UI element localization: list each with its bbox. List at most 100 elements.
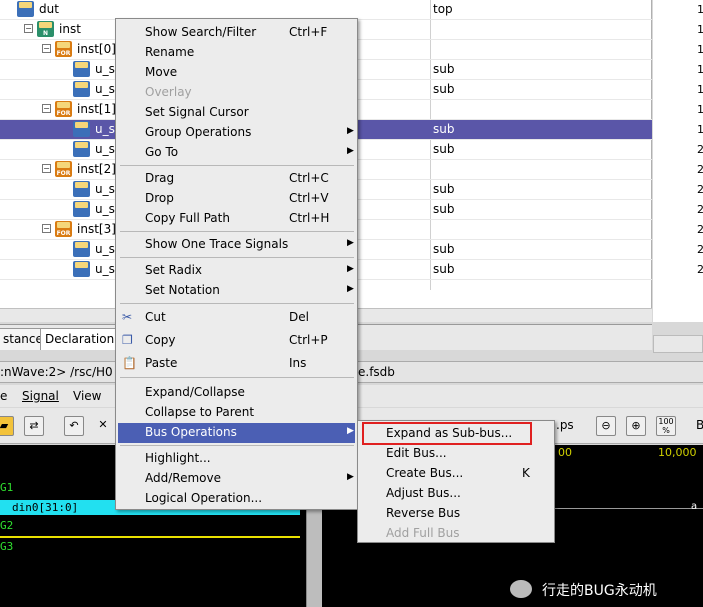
scissors-icon: ✂ bbox=[122, 310, 133, 324]
collapse-toggle-icon[interactable]: − bbox=[42, 164, 51, 173]
submenu-item-label: Edit Bus... bbox=[386, 446, 447, 460]
toolbar-overflow-label: B bbox=[696, 418, 703, 432]
menu-item-label: Copy Full Path bbox=[145, 211, 230, 225]
menu-item-shortcut: Ctrl+F bbox=[289, 25, 328, 39]
menu-item-label: Drag bbox=[145, 171, 175, 185]
tree-item-value: sub bbox=[433, 142, 455, 156]
menu-item-logical-operation[interactable]: Logical Operation... bbox=[118, 489, 355, 509]
signal-name[interactable]: G1 bbox=[0, 481, 13, 494]
menu-item-group-operations[interactable]: Group Operations ▶ bbox=[118, 123, 355, 143]
submenu-item-create-bus[interactable]: Create Bus... K bbox=[360, 464, 552, 484]
module-icon bbox=[73, 181, 90, 197]
module-icon bbox=[73, 201, 90, 217]
menu-item-label: Paste bbox=[145, 356, 178, 370]
menu-item-label: Set Signal Cursor bbox=[145, 105, 249, 119]
tab-declaration[interactable]: Declaration bbox=[40, 328, 120, 350]
menu-item-label: Logical Operation... bbox=[145, 491, 263, 505]
cut-icon[interactable]: ✕ bbox=[93, 416, 113, 436]
menu-item-label: Drop bbox=[145, 191, 174, 205]
submenu-item-adjust-bus[interactable]: Adjust Bus... bbox=[360, 484, 552, 504]
module-icon bbox=[73, 121, 90, 137]
open-folder-icon[interactable]: ▰ bbox=[0, 416, 14, 436]
undo-icon[interactable]: ↶ bbox=[64, 416, 84, 436]
menu-item-shortcut: Ctrl+H bbox=[289, 211, 330, 225]
submenu-item-label: Reverse Bus bbox=[386, 506, 461, 520]
menu-item-highlight[interactable]: Highlight... bbox=[118, 449, 355, 469]
submenu-item-add-full-bus[interactable]: Add Full Bus bbox=[360, 524, 552, 544]
tree-item-value: sub bbox=[433, 62, 455, 76]
window-title-text: :nWave:2> /rsc/H0 bbox=[0, 365, 113, 379]
menu-item-move[interactable]: Move bbox=[118, 63, 355, 83]
zoom-out-icon[interactable]: ⊖ bbox=[596, 416, 616, 436]
menu-item-label: Overlay bbox=[145, 85, 192, 99]
menu-separator bbox=[120, 377, 354, 378]
menu-item-drop[interactable]: Drop Ctrl+V bbox=[118, 189, 355, 209]
signal-name[interactable]: G2 bbox=[0, 519, 13, 532]
collapse-toggle-icon[interactable]: − bbox=[42, 104, 51, 113]
menu-item-show-one-trace-signals[interactable]: Show One Trace Signals ▶ bbox=[118, 235, 355, 255]
zoom-100-button[interactable]: 100 % bbox=[656, 416, 676, 436]
menu-item-shortcut: Ctrl+C bbox=[289, 171, 329, 185]
tree-item-value: sub bbox=[433, 122, 455, 136]
menu-item-overlay[interactable]: Overlay bbox=[118, 83, 355, 103]
right-horizontal-scrollbar[interactable] bbox=[653, 335, 703, 353]
tree-item-value: sub bbox=[433, 262, 455, 276]
menu-item-copy[interactable]: ❐ Copy Ctrl+P bbox=[118, 331, 355, 351]
menu-file[interactable]: e bbox=[0, 389, 7, 403]
module-icon bbox=[73, 241, 90, 257]
menu-item-shortcut: Ins bbox=[289, 356, 307, 370]
submenu-item-reverse-bus[interactable]: Reverse Bus bbox=[360, 504, 552, 524]
menu-item-drag[interactable]: Drag Ctrl+C bbox=[118, 169, 355, 189]
menu-item-set-signal-cursor[interactable]: Set Signal Cursor bbox=[118, 103, 355, 123]
row-number: 1 bbox=[697, 3, 703, 16]
tree-item-name: inst bbox=[59, 22, 81, 36]
menu-item-rename[interactable]: Rename bbox=[118, 43, 355, 63]
copy-icon: ❐ bbox=[122, 333, 133, 347]
menu-item-show-search-filter[interactable]: Show Search/Filter Ctrl+F bbox=[118, 23, 355, 43]
menu-item-go-to[interactable]: Go To ▶ bbox=[118, 143, 355, 163]
menu-item-cut[interactable]: ✂ Cut Del bbox=[118, 308, 355, 328]
menu-item-label: Rename bbox=[145, 45, 195, 59]
tree-item-name: inst[0] bbox=[77, 42, 116, 56]
submenu-item-label: Create Bus... bbox=[386, 466, 464, 480]
menu-item-label: Set Notation bbox=[145, 283, 220, 297]
waveform-value-marker: a bbox=[691, 501, 698, 512]
menu-item-set-radix[interactable]: Set Radix ▶ bbox=[118, 261, 355, 281]
context-menu: Show Search/Filter Ctrl+F Rename Move Overla… bbox=[115, 18, 358, 510]
submenu-item-shortcut: K bbox=[522, 466, 530, 480]
collapse-toggle-icon[interactable]: − bbox=[42, 44, 51, 53]
menu-item-collapse-to-parent[interactable]: Collapse to Parent bbox=[118, 403, 355, 423]
menu-item-label: Show Search/Filter bbox=[145, 25, 257, 39]
menu-item-bus-operations[interactable]: Bus Operations ▶ bbox=[118, 423, 355, 443]
time-ruler: 00 10,000 bbox=[558, 445, 703, 461]
reload-icon[interactable]: ⇄ bbox=[24, 416, 44, 436]
signal-name[interactable]: G3 bbox=[0, 540, 13, 553]
tree-item-name: u_s bbox=[95, 242, 115, 256]
menu-item-label: Collapse to Parent bbox=[145, 405, 255, 419]
zoom-in-icon[interactable]: ⊕ bbox=[626, 416, 646, 436]
menu-signal[interactable]: Signal bbox=[22, 389, 59, 403]
collapse-toggle-icon[interactable]: − bbox=[42, 224, 51, 233]
collapse-toggle-icon[interactable]: − bbox=[24, 24, 33, 33]
menu-item-set-notation[interactable]: Set Notation ▶ bbox=[118, 281, 355, 301]
callout-highlight-box bbox=[362, 422, 532, 445]
tree-item-name: u_s bbox=[95, 82, 115, 96]
net-icon: N bbox=[37, 21, 54, 37]
menu-item-label: Highlight... bbox=[145, 451, 211, 465]
tree-item-name: dut bbox=[39, 2, 59, 16]
menu-item-expand-collapse[interactable]: Expand/Collapse bbox=[118, 383, 355, 403]
menu-separator bbox=[120, 257, 354, 258]
menu-view[interactable]: View bbox=[73, 389, 101, 403]
signal-name[interactable]: din0[31:0] bbox=[12, 501, 78, 514]
tree-row[interactable]: dut top bbox=[0, 0, 652, 20]
tree-item-name: u_s bbox=[95, 142, 115, 156]
menu-item-add-remove[interactable]: Add/Remove ▶ bbox=[118, 469, 355, 489]
menu-item-label: Show One Trace Signals bbox=[145, 237, 289, 251]
menu-item-paste[interactable]: 📋 Paste Ins bbox=[118, 354, 355, 374]
menu-item-copy-full-path[interactable]: Copy Full Path Ctrl+H bbox=[118, 209, 355, 229]
menu-item-label: Bus Operations bbox=[145, 425, 237, 439]
submenu-item-label: Adjust Bus... bbox=[386, 486, 461, 500]
menu-separator bbox=[120, 165, 354, 166]
submenu-item-edit-bus[interactable]: Edit Bus... bbox=[360, 444, 552, 464]
for-icon: FOR bbox=[55, 41, 72, 57]
